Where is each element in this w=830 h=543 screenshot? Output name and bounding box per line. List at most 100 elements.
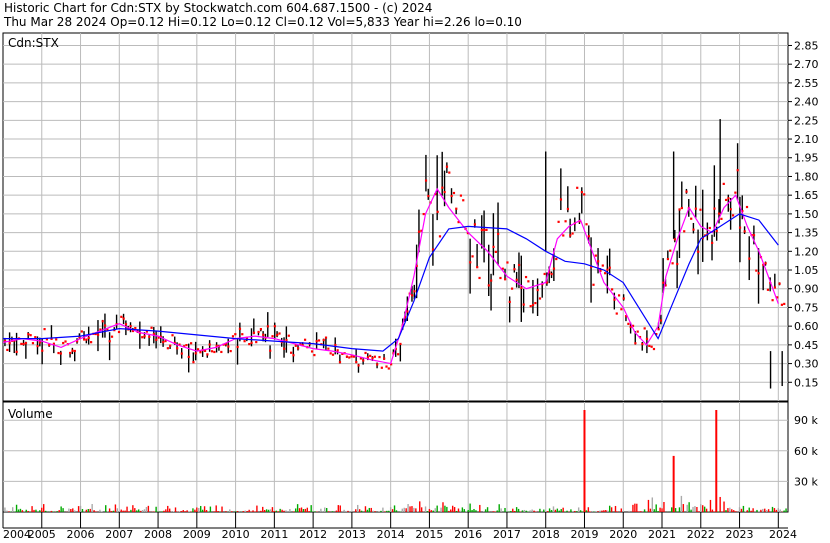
close-mark xyxy=(89,341,93,344)
close-mark xyxy=(397,353,400,356)
close-mark xyxy=(327,347,330,350)
close-mark xyxy=(192,361,195,364)
close-mark xyxy=(220,350,223,354)
close-mark xyxy=(213,350,216,354)
close-mark xyxy=(522,303,525,306)
close-mark xyxy=(71,349,74,352)
x-tick-label: 2014 xyxy=(377,528,405,541)
close-mark xyxy=(697,250,700,253)
close-mark xyxy=(604,272,607,275)
close-mark xyxy=(597,260,600,263)
close-mark xyxy=(59,352,62,355)
close-mark xyxy=(536,288,539,292)
close-mark xyxy=(576,186,579,189)
x-tick-label: 2019 xyxy=(570,528,598,541)
close-mark xyxy=(355,361,358,364)
close-mark xyxy=(513,268,516,271)
close-mark xyxy=(736,169,739,172)
close-mark xyxy=(692,228,695,231)
close-mark xyxy=(155,338,158,341)
volume-tick-label: 60 k xyxy=(794,445,818,458)
close-mark xyxy=(378,355,381,359)
close-mark xyxy=(469,261,472,264)
x-tick-label: 2009 xyxy=(183,528,211,541)
x-tick-label: 2024 xyxy=(769,528,797,541)
close-mark xyxy=(592,283,595,286)
close-mark xyxy=(143,335,146,338)
close-mark xyxy=(380,366,383,369)
close-mark xyxy=(231,335,235,338)
close-mark xyxy=(338,361,342,364)
close-mark xyxy=(676,262,679,266)
close-mark xyxy=(738,226,742,229)
close-mark xyxy=(210,350,214,353)
close-mark xyxy=(243,340,246,343)
volume-label: Volume xyxy=(8,407,53,421)
close-mark xyxy=(206,353,209,356)
close-mark xyxy=(269,349,272,352)
close-mark xyxy=(180,352,183,355)
x-tick-label: 2015 xyxy=(415,528,443,541)
x-tick-label: 2013 xyxy=(338,528,366,541)
close-mark xyxy=(259,328,262,331)
close-mark xyxy=(764,262,767,265)
close-mark xyxy=(571,232,574,235)
close-mark xyxy=(283,347,286,350)
close-mark xyxy=(350,355,353,358)
x-tick-label: 2018 xyxy=(532,528,560,541)
close-mark xyxy=(585,223,588,226)
close-mark xyxy=(641,342,644,346)
close-mark xyxy=(529,305,532,308)
close-mark xyxy=(662,281,665,284)
y-tick-label: 1.65 xyxy=(794,189,819,202)
close-mark xyxy=(417,230,421,233)
close-mark xyxy=(406,310,409,313)
close-mark xyxy=(62,341,65,345)
close-mark xyxy=(557,220,560,223)
close-mark xyxy=(587,235,590,238)
close-mark xyxy=(36,344,39,348)
close-mark xyxy=(234,333,237,336)
y-tick-label: 0.60 xyxy=(794,320,819,333)
close-mark xyxy=(680,206,683,210)
close-mark xyxy=(438,235,442,238)
y-tick-label: 1.80 xyxy=(794,170,819,183)
close-mark xyxy=(69,351,72,355)
close-mark xyxy=(711,241,714,245)
close-mark xyxy=(515,278,518,281)
close-mark xyxy=(480,228,483,232)
close-mark xyxy=(31,342,35,345)
close-mark xyxy=(685,190,688,193)
close-mark xyxy=(499,276,502,280)
close-mark xyxy=(276,333,279,337)
close-mark xyxy=(27,333,30,336)
close-mark xyxy=(310,350,314,353)
close-mark xyxy=(236,345,239,349)
close-mark xyxy=(376,363,379,366)
close-mark xyxy=(783,302,786,306)
close-mark xyxy=(413,290,416,293)
close-mark xyxy=(580,191,583,194)
close-mark xyxy=(290,351,293,354)
close-mark xyxy=(255,341,258,344)
close-mark xyxy=(176,347,179,350)
close-mark xyxy=(645,337,649,340)
volume-tick-label: 90 k xyxy=(794,414,818,427)
close-mark xyxy=(755,269,758,272)
close-mark xyxy=(745,205,749,209)
close-mark xyxy=(250,341,253,344)
close-mark xyxy=(371,356,374,360)
y-tick-label: 1.20 xyxy=(794,245,819,258)
close-mark xyxy=(8,342,11,345)
x-tick-label: 2010 xyxy=(222,528,250,541)
close-mark xyxy=(287,334,290,337)
close-mark xyxy=(538,297,542,300)
close-mark xyxy=(634,342,637,345)
close-mark xyxy=(24,342,28,345)
close-mark xyxy=(129,325,132,328)
close-mark xyxy=(722,182,725,185)
close-mark xyxy=(517,263,521,267)
y-tick-label: 0.15 xyxy=(794,376,819,389)
close-mark xyxy=(743,230,746,233)
close-mark xyxy=(652,347,656,351)
